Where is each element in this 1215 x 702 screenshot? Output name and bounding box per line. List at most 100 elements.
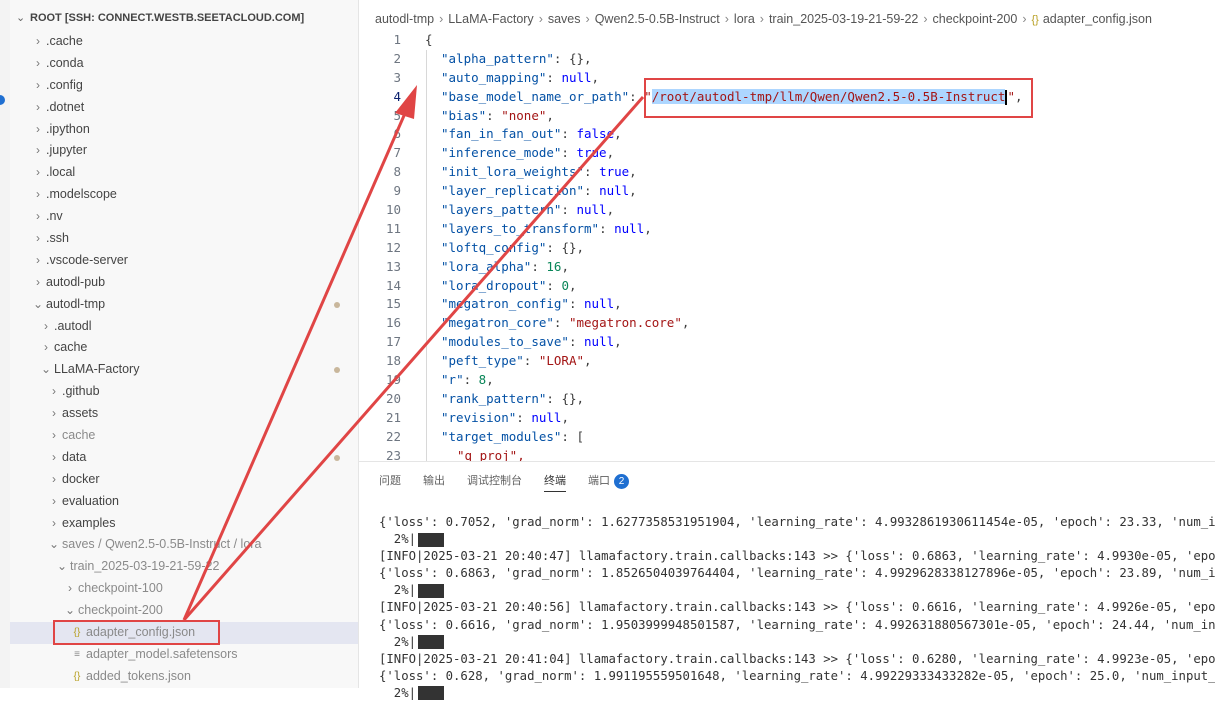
terminal-text: 2%| [379,532,417,547]
panel-tab-label: 终端 [544,475,566,487]
code-line[interactable]: 19 "r": 8, [359,371,1215,390]
terminal-output[interactable]: {'loss': 0.7052, 'grad_norm': 1.62773585… [379,514,1215,702]
code-line[interactable]: 14 "lora_dropout": 0, [359,277,1215,296]
code-line[interactable]: 6 "fan_in_fan_out": false, [359,125,1215,144]
code-text: "lora_dropout": 0, [441,277,577,293]
code-line[interactable]: 21 "revision": null, [359,409,1215,428]
json-value: "none" [501,107,547,123]
code-line[interactable]: 11 "layers_to_transform": null, [359,220,1215,239]
folder-item[interactable]: › .ipython [10,119,358,141]
folder-item[interactable]: › .local [10,162,358,184]
code-line[interactable]: 16 "megatron_core": "megatron.core", [359,314,1215,333]
folder-item[interactable]: › .modelscope [10,184,358,206]
folder-item[interactable]: › .config [10,75,358,97]
indent-guide [426,50,427,465]
tree-item-label: .github [62,384,100,399]
explorer-sidebar: ⌄ ROOT [SSH: CONNECT.WESTB.SEETACLOUD.COM… [10,0,359,688]
file-item[interactable]: {} added_tokens.json [10,666,358,688]
folder-item[interactable]: › cache [10,337,358,359]
line-number: 20 [385,390,401,406]
code-line[interactable]: 13 "lora_alpha": 16, [359,258,1215,277]
folder-item[interactable]: › .cache [10,31,358,53]
folder-item[interactable]: › autodl-pub [10,272,358,294]
code-line[interactable]: 1{ [359,31,1215,50]
panel-tab[interactable]: 端口 2 [588,472,629,492]
json-key-wrapper: "modules_to_save" [441,334,569,350]
terminal-line: {'loss': 0.6616, 'grad_norm': 1.95039999… [379,617,1215,634]
json-key-wrapper: "layers_to_transform" [441,220,600,236]
tree-item-label: .config [46,77,83,92]
explorer-header[interactable]: ⌄ ROOT [SSH: CONNECT.WESTB.SEETACLOUD.COM… [16,11,304,24]
folder-item[interactable]: › docker [10,469,358,491]
folder-item[interactable]: ⌄ saves / Qwen2.5-0.5B-Instruct / lora [10,534,358,556]
breadcrumb-item[interactable]: lora [734,12,755,26]
folder-item[interactable]: ⌄ LLaMA-Factory [10,359,358,381]
folder-item[interactable]: › .autodl [10,316,358,338]
folder-item[interactable]: › evaluation [10,491,358,513]
panel-tab[interactable]: 调试控制台 [467,472,522,491]
panel-tab-label: 调试控制台 [467,475,522,487]
file-item[interactable]: ≡ adapter_model.safetensors [10,644,358,666]
json-key-wrapper: "layers_pattern" [441,202,562,218]
code-line[interactable]: 17 "modules_to_save": null, [359,333,1215,352]
chevron-right-icon: › [36,121,40,136]
folder-item[interactable]: › data [10,447,358,469]
code-line[interactable]: 2 "alpha_pattern": {}, [359,50,1215,69]
breadcrumb-item[interactable]: saves [548,12,581,26]
line-number: 14 [385,277,401,293]
chevron-right-icon: › [36,187,40,202]
code-line[interactable]: 8 "init_lora_weights": true, [359,163,1215,182]
terminal-line: 2%| [379,531,1215,548]
code-line[interactable]: 12 "loftq_config": {}, [359,239,1215,258]
panel-tab[interactable]: 终端 [544,472,566,492]
code-line[interactable]: 18 "peft_type": "LORA", [359,352,1215,371]
chevron-right-icon: › [52,449,56,464]
line-number: 5 [393,107,401,123]
folder-item[interactable]: ⌄ autodl-tmp [10,294,358,316]
folder-item[interactable]: › examples [10,513,358,535]
notification-dot[interactable] [0,95,5,105]
line-number: 3 [393,69,401,85]
terminal-text: {'loss': 0.6863, 'grad_norm': 1.85265040… [379,566,1215,581]
panel-tab[interactable]: 问题 [379,472,401,491]
code-line[interactable]: 20 "rank_pattern": {}, [359,390,1215,409]
folder-item[interactable]: › cache [10,425,358,447]
workspace-title: ROOT [SSH: CONNECT.WESTB.SEETACLOUD.COM] [30,12,305,24]
breadcrumb-file[interactable]: adapter_config.json [1043,12,1152,26]
tree-item-label: .modelscope [46,187,117,202]
chevron-down-icon: ⌄ [64,603,76,618]
json-braces-icon: {} [1031,14,1039,26]
code-line[interactable]: 10 "layers_pattern": null, [359,201,1215,220]
folder-item[interactable]: › .github [10,381,358,403]
json-key-wrapper: "loftq_config" [441,239,547,255]
code-text: "layers_pattern": null, [441,202,615,218]
folder-item[interactable]: ⌄ checkpoint-200 [10,600,358,622]
folder-item[interactable]: › checkpoint-100 [10,578,358,600]
folder-item[interactable]: › assets [10,403,358,425]
folder-item[interactable]: › .vscode-server [10,250,358,272]
line-number: 1 [393,32,401,47]
breadcrumb-item[interactable]: train_2025-03-19-21-59-22 [769,12,918,26]
tree-item-label: .local [46,165,76,180]
folder-item[interactable]: ⌄ train_2025-03-19-21-59-22 [10,556,358,578]
folder-item[interactable]: › .nv [10,206,358,228]
code-line[interactable]: 7 "inference_mode": true, [359,144,1215,163]
folder-item[interactable]: › .dotnet [10,97,358,119]
code-line[interactable]: 15 "megatron_config": null, [359,295,1215,314]
json-key-wrapper: "base_model_name_or_path" [441,88,630,104]
folder-item[interactable]: › .jupyter [10,140,358,162]
panel-tab[interactable]: 输出 [423,472,445,491]
breadcrumb-item[interactable]: checkpoint-200 [933,12,1018,26]
terminal-text: {'loss': 0.7052, 'grad_norm': 1.62773585… [379,515,1215,529]
code-line[interactable]: 9 "layer_replication": null, [359,182,1215,201]
code-text: "bias": "none", [441,107,554,123]
code-line[interactable]: 22 "target_modules": [ [359,428,1215,447]
json-value: 0 [561,277,569,293]
folder-item[interactable]: › .ssh [10,228,358,250]
json-value: 8 [478,372,487,388]
chevron-right-icon: › [52,428,56,443]
breadcrumb-item[interactable]: Qwen2.5-0.5B-Instruct [595,12,720,26]
folder-item[interactable]: › .conda [10,53,358,75]
breadcrumb-item[interactable]: LLaMA-Factory [448,12,533,26]
breadcrumb-item[interactable]: autodl-tmp [375,12,434,26]
